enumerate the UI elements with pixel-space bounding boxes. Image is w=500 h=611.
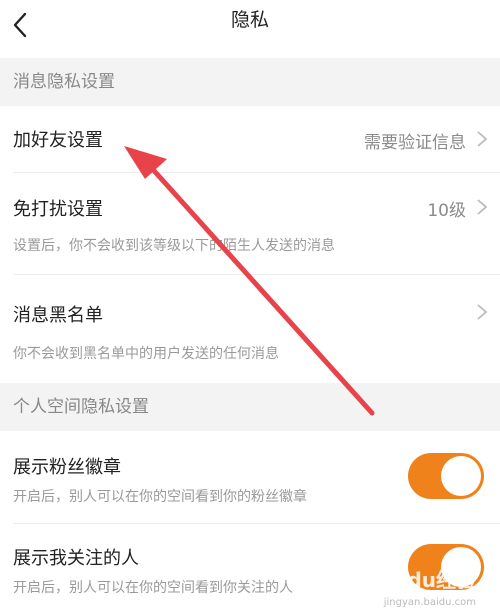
section-header-space-privacy: 个人空间隐私设置 <box>0 383 500 431</box>
add-friend-value: 需要验证信息 <box>364 133 466 153</box>
chevron-right-icon <box>477 304 488 320</box>
fan-badge-label: 展示粉丝徽章 <box>13 457 121 478</box>
toggle-knob <box>441 456 481 496</box>
fan-badge-row: 展示粉丝徽章 开启后，别人可以在你的空间看到你的粉丝徽章 <box>0 431 500 523</box>
following-description: 开启后，别人可以在你的空间看到你关注的人 <box>13 580 293 596</box>
blacklist-row[interactable]: 消息黑名单 你不会收到黑名单中的用户发送的任何消息 <box>0 275 500 383</box>
watermark-brand: Baidu经验 <box>371 568 476 592</box>
chevron-right-icon <box>477 199 488 215</box>
add-friend-label: 加好友设置 <box>13 130 103 151</box>
section-header-message-privacy: 消息隐私设置 <box>0 58 500 106</box>
dnd-description: 设置后，你不会收到该等级以下的陌生人发送的消息 <box>13 238 335 254</box>
chevron-right-icon <box>477 131 488 147</box>
dnd-label: 免打扰设置 <box>13 199 103 220</box>
add-friend-setting-row[interactable]: 加好友设置 需要验证信息 <box>0 106 500 172</box>
watermark-url: jingyan.baidu.com <box>383 597 476 608</box>
dnd-setting-row[interactable]: 免打扰设置 10级 设置后，你不会收到该等级以下的陌生人发送的消息 <box>0 173 500 274</box>
dnd-value: 10级 <box>427 201 466 221</box>
fan-badge-toggle[interactable] <box>408 453 484 499</box>
blacklist-description: 你不会收到黑名单中的用户发送的任何消息 <box>13 346 279 362</box>
fan-badge-description: 开启后，别人可以在你的空间看到你的粉丝徽章 <box>13 489 307 505</box>
blacklist-label: 消息黑名单 <box>13 305 103 326</box>
following-label: 展示我关注的人 <box>13 548 139 569</box>
page-title: 隐私 <box>230 9 269 31</box>
nav-bar: 隐私 <box>0 0 500 58</box>
